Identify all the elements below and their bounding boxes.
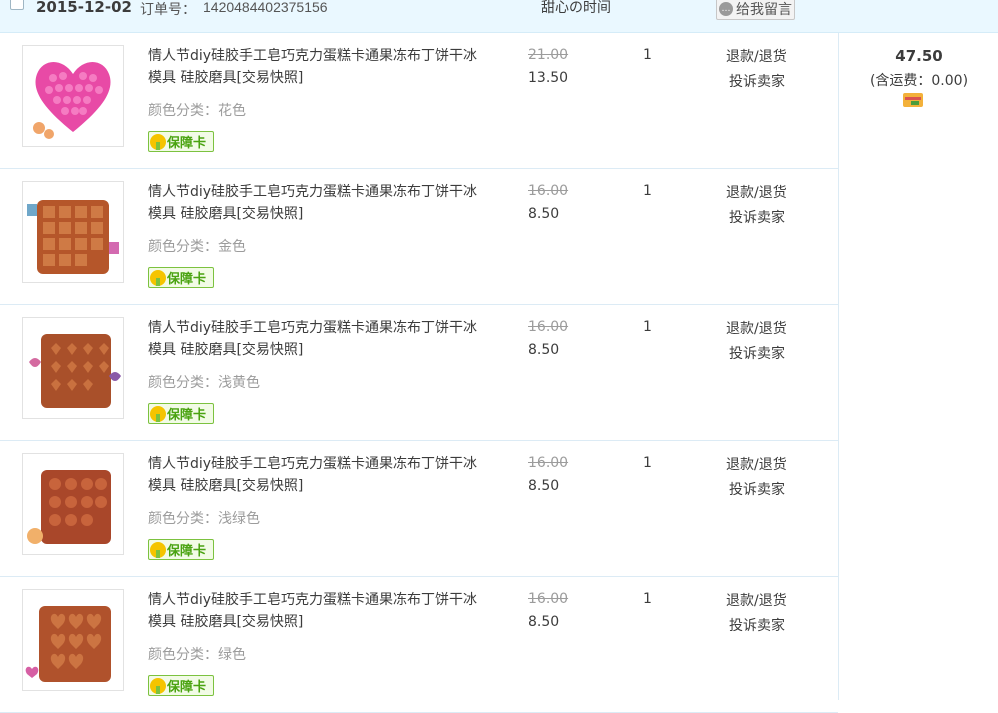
complain-seller-link[interactable]: 投诉卖家 xyxy=(729,615,785,635)
product-thumbnail[interactable] xyxy=(22,453,124,555)
order-number-label: 订单号： xyxy=(140,2,196,18)
product-spec: 颜色分类：浅黄色 xyxy=(148,375,260,391)
refund-return-link[interactable]: 退款/退货 xyxy=(726,46,787,66)
guarantee-card-badge[interactable]: 保障卡 xyxy=(148,675,214,696)
complain-seller-link[interactable]: 投诉卖家 xyxy=(729,479,785,499)
order-date: 2015-12-02 xyxy=(36,0,132,16)
product-spec: 颜色分类：金色 xyxy=(148,239,246,255)
shipping-fee: (含运费：0.00) xyxy=(869,73,969,89)
complain-seller-link[interactable]: 投诉卖家 xyxy=(729,71,785,91)
guarantee-card-badge[interactable]: 保障卡 xyxy=(148,131,214,152)
umbrella-icon xyxy=(150,541,166,558)
original-price: 16.00 xyxy=(528,319,569,335)
original-price: 16.00 xyxy=(528,591,569,607)
guarantee-card-label: 保障卡 xyxy=(167,136,207,151)
complain-seller-link[interactable]: 投诉卖家 xyxy=(729,207,785,227)
guarantee-card-badge[interactable]: 保障卡 xyxy=(148,267,214,288)
product-title-link[interactable]: 情人节diy硅胶手工皂巧克力蛋糕卡通果冻布丁饼干冰模具 硅胶磨具[交易快照] xyxy=(148,317,488,361)
order-item-list: 情人节diy硅胶手工皂巧克力蛋糕卡通果冻布丁饼干冰模具 硅胶磨具[交易快照] 颜… xyxy=(0,33,838,713)
order-header: 2015-12-02 订单号： 1420484402375156 甜心の时间 …… xyxy=(0,0,998,33)
original-price: 16.00 xyxy=(528,455,569,471)
guarantee-card-label: 保障卡 xyxy=(167,544,207,559)
order-select-checkbox[interactable] xyxy=(10,0,24,10)
refund-return-link[interactable]: 退款/退货 xyxy=(726,318,787,338)
order-item: 情人节diy硅胶手工皂巧克力蛋糕卡通果冻布丁饼干冰模具 硅胶磨具[交易快照] 颜… xyxy=(0,577,838,713)
paid-price: 8.50 xyxy=(528,206,560,222)
order-item: 情人节diy硅胶手工皂巧克力蛋糕卡通果冻布丁饼干冰模具 硅胶磨具[交易快照] 颜… xyxy=(0,305,838,441)
order-total-column: 47.50 (含运费：0.00) xyxy=(838,33,998,700)
paid-price: 8.50 xyxy=(528,614,560,630)
guarantee-card-badge[interactable]: 保障卡 xyxy=(148,539,214,560)
leave-message-button[interactable]: … 给我留言 xyxy=(716,0,795,20)
paid-price: 13.50 xyxy=(528,70,569,86)
guarantee-card-badge[interactable]: 保障卡 xyxy=(148,403,214,424)
refund-return-link[interactable]: 退款/退货 xyxy=(726,182,787,202)
order-item: 情人节diy硅胶手工皂巧克力蛋糕卡通果冻布丁饼干冰模具 硅胶磨具[交易快照] 颜… xyxy=(0,169,838,305)
original-price: 16.00 xyxy=(528,183,569,199)
refund-return-link[interactable]: 退款/退货 xyxy=(726,454,787,474)
paid-price: 8.50 xyxy=(528,478,560,494)
guarantee-card-label: 保障卡 xyxy=(167,408,207,423)
quantity: 1 xyxy=(643,591,652,607)
quantity: 1 xyxy=(643,455,652,471)
product-title-link[interactable]: 情人节diy硅胶手工皂巧克力蛋糕卡通果冻布丁饼干冰模具 硅胶磨具[交易快照] xyxy=(148,181,488,225)
quantity: 1 xyxy=(643,47,652,63)
order-total: 47.50 xyxy=(895,47,943,65)
quantity: 1 xyxy=(643,319,652,335)
product-spec: 颜色分类：绿色 xyxy=(148,647,246,663)
umbrella-icon xyxy=(150,405,166,422)
complain-seller-link[interactable]: 投诉卖家 xyxy=(729,343,785,363)
refund-return-link[interactable]: 退款/退货 xyxy=(726,590,787,610)
message-icon: … xyxy=(719,2,733,16)
guarantee-card-label: 保障卡 xyxy=(167,272,207,287)
product-title-link[interactable]: 情人节diy硅胶手工皂巧克力蛋糕卡通果冻布丁饼干冰模具 硅胶磨具[交易快照] xyxy=(148,453,488,497)
product-thumbnail[interactable] xyxy=(22,45,124,147)
product-thumbnail[interactable] xyxy=(22,317,124,419)
leave-message-label: 给我留言 xyxy=(736,2,792,18)
product-spec: 颜色分类：浅绿色 xyxy=(148,511,260,527)
product-title-link[interactable]: 情人节diy硅胶手工皂巧克力蛋糕卡通果冻布丁饼干冰模具 硅胶磨具[交易快照] xyxy=(148,45,488,89)
product-thumbnail[interactable] xyxy=(22,181,124,283)
quantity: 1 xyxy=(643,183,652,199)
product-thumbnail[interactable] xyxy=(22,589,124,691)
guarantee-card-label: 保障卡 xyxy=(167,680,207,695)
credit-card-icon[interactable] xyxy=(903,93,923,107)
order-item: 情人节diy硅胶手工皂巧克力蛋糕卡通果冻布丁饼干冰模具 硅胶磨具[交易快照] 颜… xyxy=(0,33,838,169)
order-number: 1420484402375156 xyxy=(203,0,328,15)
order-item: 情人节diy硅胶手工皂巧克力蛋糕卡通果冻布丁饼干冰模具 硅胶磨具[交易快照] 颜… xyxy=(0,441,838,577)
original-price: 21.00 xyxy=(528,47,569,63)
shop-name-link[interactable]: 甜心の时间 xyxy=(541,0,611,17)
umbrella-icon xyxy=(150,133,166,150)
product-title-link[interactable]: 情人节diy硅胶手工皂巧克力蛋糕卡通果冻布丁饼干冰模具 硅胶磨具[交易快照] xyxy=(148,589,488,633)
umbrella-icon xyxy=(150,677,166,694)
product-spec: 颜色分类：花色 xyxy=(148,103,246,119)
paid-price: 8.50 xyxy=(528,342,560,358)
umbrella-icon xyxy=(150,269,166,286)
